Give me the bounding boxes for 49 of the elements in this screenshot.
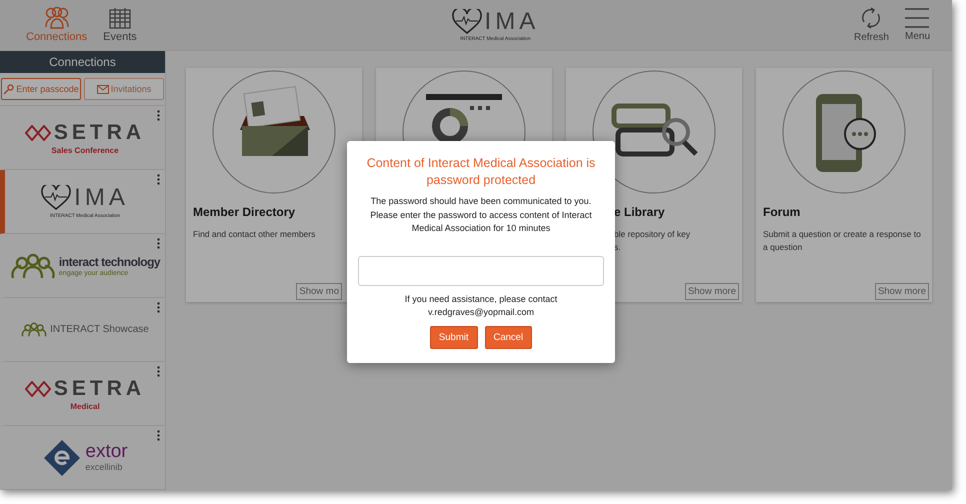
logo-wordmark: INTERACT Showcase — [50, 324, 149, 335]
logo-caption: Sales Conference — [51, 146, 119, 154]
kebab-menu-icon[interactable] — [157, 110, 160, 121]
dialog-title: Content of Interact Medical Association is password protected — [366, 155, 596, 189]
people-cloud-icon — [21, 321, 48, 338]
heart-icon — [41, 185, 72, 211]
password-field[interactable] — [358, 256, 604, 286]
kebab-menu-icon[interactable] — [157, 174, 160, 185]
card-file-drawing — [240, 86, 310, 156]
menu-icon — [905, 8, 930, 28]
assistance-text: If you need assistance, please contact v.redgraves@yopmail.com — [404, 292, 558, 319]
passcode-button[interactable]: Enter passcode — [1, 78, 81, 100]
show-more-button[interactable]: Show more — [684, 283, 739, 300]
card-title: Member Directory — [193, 205, 296, 219]
heart-icon — [452, 9, 482, 35]
mail-icon — [96, 84, 109, 94]
nav-tab[interactable]: Events — [95, 2, 145, 48]
setra-emblem-icon — [24, 380, 51, 396]
kebab-menu-icon[interactable] — [157, 238, 160, 249]
refresh-button[interactable]: Refresh — [846, 2, 897, 48]
logo-wordmark: SETRA — [54, 120, 146, 144]
kebab-menu-icon[interactable] — [157, 366, 160, 377]
card-description: Find and contact other members — [193, 228, 316, 241]
logo-wordmark: IMA — [484, 8, 540, 36]
extor-emblem-icon — [42, 438, 82, 478]
logo-wordmark: IMA — [74, 184, 129, 212]
cancel-button[interactable]: Cancel — [484, 326, 532, 348]
kebab-menu-icon[interactable] — [157, 430, 160, 441]
setra-emblem-icon — [24, 124, 51, 140]
kebab-menu-icon[interactable] — [157, 302, 160, 313]
refresh-icon — [860, 7, 882, 29]
calendar-icon — [108, 7, 131, 29]
sidebar-header: Connections — [0, 51, 165, 73]
logo-wordmark: interact technology — [58, 254, 160, 268]
logo-wordmark: extor — [85, 443, 128, 461]
card-title: Forum — [763, 205, 802, 219]
people-icon — [44, 7, 70, 29]
show-more-button[interactable]: Show mo — [296, 283, 342, 300]
key-icon — [3, 84, 14, 94]
show-more-button[interactable]: Show more — [874, 283, 929, 300]
people-cloud-icon — [10, 252, 56, 280]
dialog-message: The password should have been communicated to you. Please enter the password to access content of Interact Medical Association for 10 minutes — [369, 195, 593, 235]
logo-caption: Medical — [70, 402, 100, 410]
logo-caption: excellinib — [85, 462, 122, 472]
nav-tab[interactable]: Connections — [18, 2, 96, 48]
menu-button[interactable]: Menu — [896, 2, 938, 48]
submit-button[interactable]: Submit — [430, 326, 478, 348]
logo-wordmark: SETRA — [54, 376, 146, 400]
card-description: Submit a question or create a response to a question — [763, 228, 922, 254]
